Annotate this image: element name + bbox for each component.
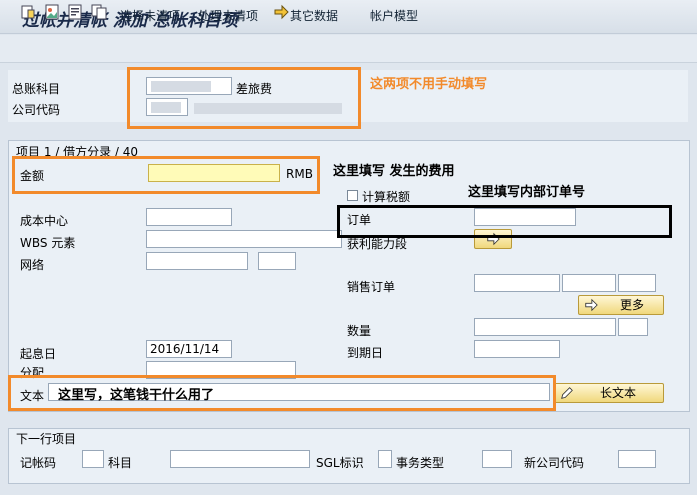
- due-date-label: 到期日: [347, 346, 384, 360]
- network-label: 网络: [20, 258, 45, 272]
- display-icon[interactable]: [20, 4, 36, 20]
- toolbar: [0, 35, 697, 63]
- header-annotation-box: [127, 67, 361, 129]
- header-annotation-text: 这两项不用手动填写: [370, 77, 488, 92]
- new-company-label: 新公司代码: [524, 456, 585, 470]
- sales-order-label: 销售订单: [347, 280, 396, 294]
- baseline-date-label: 起息日: [20, 347, 57, 361]
- next-item-group-title: 下一行项目: [16, 432, 77, 446]
- trans-type-field[interactable]: [482, 450, 512, 468]
- unit-field[interactable]: [618, 318, 648, 336]
- wbs-field[interactable]: [146, 230, 342, 248]
- document-image-icon[interactable]: [44, 4, 60, 20]
- account-model-button[interactable]: 帐户模型: [370, 7, 418, 24]
- sgl-label: SGL标识: [316, 456, 364, 470]
- other-data-button[interactable]: 其它数据: [290, 7, 338, 24]
- calc-tax-label: 计算税额: [362, 190, 411, 204]
- cost-center-field[interactable]: [146, 208, 232, 226]
- account-label: 科目: [108, 456, 133, 470]
- arrow-right-icon: [585, 298, 598, 312]
- order-annotation-text: 这里填写内部订单号: [468, 185, 586, 200]
- order-annotation-box: [337, 205, 672, 238]
- cost-center-label: 成本中心: [20, 214, 69, 228]
- more-button-label: 更多: [619, 298, 644, 312]
- quantity-field[interactable]: [474, 318, 616, 336]
- arrow-right-icon[interactable]: [273, 4, 289, 20]
- amount-annotation-box: [12, 156, 320, 194]
- sgl-field[interactable]: [378, 450, 392, 468]
- sales-order-item-field[interactable]: [562, 274, 616, 292]
- posting-key-label: 记帐码: [20, 456, 57, 470]
- select-open-items-button[interactable]: 选择未清项: [120, 7, 180, 24]
- long-text-button-label: 长文本: [599, 386, 636, 400]
- sales-order-field[interactable]: [474, 274, 560, 292]
- account-field[interactable]: [170, 450, 310, 468]
- text-annotation-text: 这里写，这笔钱干什么用了: [58, 388, 215, 403]
- company-code-label: 公司代码: [12, 103, 61, 117]
- trans-type-label: 事务类型: [396, 456, 445, 470]
- process-open-items-button[interactable]: 处理未清项: [198, 7, 258, 24]
- network-activity-field[interactable]: [258, 252, 296, 270]
- more-button[interactable]: 更多: [578, 295, 664, 315]
- posting-key-field[interactable]: [82, 450, 104, 468]
- long-text-button[interactable]: 长文本: [554, 383, 664, 403]
- pencil-icon: [561, 387, 573, 399]
- calc-tax-checkbox[interactable]: [347, 190, 358, 201]
- gl-account-label: 总账科目: [12, 82, 61, 96]
- due-date-field[interactable]: [474, 340, 560, 358]
- baseline-date-field[interactable]: 2016/11/14: [146, 340, 232, 358]
- copy-icon[interactable]: [91, 4, 107, 20]
- document-edit-icon[interactable]: [67, 4, 83, 20]
- sales-order-schedule-field[interactable]: [618, 274, 656, 292]
- network-field[interactable]: [146, 252, 248, 270]
- wbs-label: WBS 元素: [20, 236, 76, 250]
- amount-annotation-text: 这里填写 发生的费用: [333, 164, 455, 179]
- new-company-field[interactable]: [618, 450, 656, 468]
- quantity-label: 数量: [347, 324, 372, 338]
